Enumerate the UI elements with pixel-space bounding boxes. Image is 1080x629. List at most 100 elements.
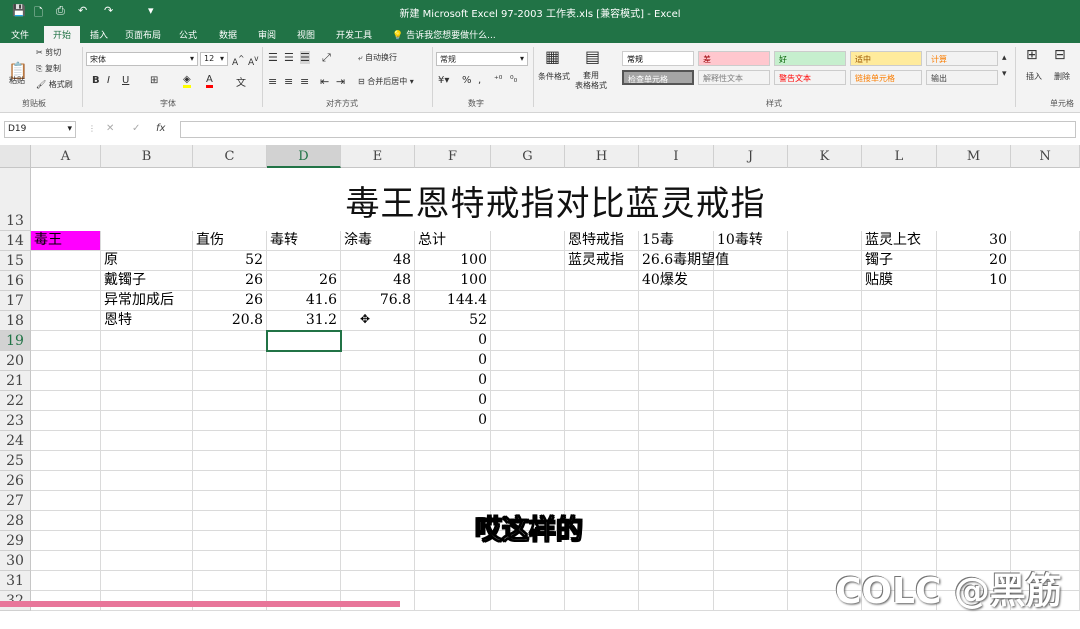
cell-n28[interactable] <box>1011 511 1080 531</box>
cell-g25[interactable] <box>491 451 565 471</box>
cell-b17[interactable]: 异常加成后 <box>101 291 193 311</box>
cell-j27[interactable] <box>714 491 788 511</box>
cell-l16[interactable]: 贴膜 <box>862 271 937 291</box>
cell-a21[interactable] <box>31 371 101 391</box>
cell-l22[interactable] <box>862 391 937 411</box>
cell-n20[interactable] <box>1011 351 1080 371</box>
align-top-icon[interactable]: ☰ <box>268 51 278 64</box>
cell-l15[interactable]: 镯子 <box>862 251 937 271</box>
cell-f25[interactable] <box>415 451 491 471</box>
cell-e24[interactable] <box>341 431 415 451</box>
row-header-19[interactable]: 19 <box>0 331 31 351</box>
cell-e20[interactable] <box>341 351 415 371</box>
cell-c29[interactable] <box>193 531 267 551</box>
cell-i29[interactable] <box>639 531 714 551</box>
cell-b23[interactable] <box>101 411 193 431</box>
fill-color-button[interactable]: ◈ <box>183 74 191 88</box>
cell-i16[interactable]: 40爆发 <box>639 271 714 291</box>
indent-increase-icon[interactable]: ⇥ <box>336 75 345 88</box>
cell-l28[interactable] <box>862 511 937 531</box>
column-header-k[interactable]: K <box>788 145 862 168</box>
cell-k14[interactable] <box>788 231 862 251</box>
cell-d25[interactable] <box>267 451 341 471</box>
cell-j30[interactable] <box>714 551 788 571</box>
cell-g22[interactable] <box>491 391 565 411</box>
cell-e31[interactable] <box>341 571 415 591</box>
cell-g21[interactable] <box>491 371 565 391</box>
cell-g31[interactable] <box>491 571 565 591</box>
cell-i31[interactable] <box>639 571 714 591</box>
row-header-24[interactable]: 24 <box>0 431 31 451</box>
cell-g30[interactable] <box>491 551 565 571</box>
cell-m14[interactable]: 30 <box>937 231 1011 251</box>
cell-l17[interactable] <box>862 291 937 311</box>
cell-b14[interactable] <box>101 231 193 251</box>
cell-d23[interactable] <box>267 411 341 431</box>
cell-g18[interactable] <box>491 311 565 331</box>
cell-a23[interactable] <box>31 411 101 431</box>
row-header-31[interactable]: 31 <box>0 571 31 591</box>
tab-3[interactable]: 页面布局 <box>120 26 166 43</box>
cell-e17[interactable]: 76.8 <box>341 291 415 311</box>
cell-k16[interactable] <box>788 271 862 291</box>
cell-l25[interactable] <box>862 451 937 471</box>
cell-h14[interactable]: 恩特戒指 <box>565 231 639 251</box>
cell-b28[interactable] <box>101 511 193 531</box>
column-header-j[interactable]: J <box>714 145 788 168</box>
cell-b25[interactable] <box>101 451 193 471</box>
cell-n21[interactable] <box>1011 371 1080 391</box>
row-header-25[interactable]: 25 <box>0 451 31 471</box>
cell-e19[interactable] <box>341 331 415 351</box>
cell-m20[interactable] <box>937 351 1011 371</box>
cell-f18[interactable]: 52 <box>415 311 491 331</box>
cell-j24[interactable] <box>714 431 788 451</box>
cell-m16[interactable]: 10 <box>937 271 1011 291</box>
cell-d15[interactable] <box>267 251 341 271</box>
cell-h25[interactable] <box>565 451 639 471</box>
cell-n26[interactable] <box>1011 471 1080 491</box>
cell-i19[interactable] <box>639 331 714 351</box>
tab-1[interactable]: 开始 <box>44 26 80 43</box>
underline-button[interactable]: U <box>122 75 129 86</box>
decrease-decimal-icon[interactable]: ⁰₀ <box>510 75 517 85</box>
cell-a26[interactable] <box>31 471 101 491</box>
row-header-17[interactable]: 17 <box>0 291 31 311</box>
cell-j28[interactable] <box>714 511 788 531</box>
cell-j17[interactable] <box>714 291 788 311</box>
increase-decimal-icon[interactable]: ⁺⁰ <box>494 75 502 85</box>
cell-a16[interactable] <box>31 271 101 291</box>
cell-d27[interactable] <box>267 491 341 511</box>
cell-f21[interactable]: 0 <box>415 371 491 391</box>
cell-k17[interactable] <box>788 291 862 311</box>
cell-style-3[interactable]: 适中 <box>850 51 922 66</box>
cell-m25[interactable] <box>937 451 1011 471</box>
cell-d28[interactable] <box>267 511 341 531</box>
cell-d21[interactable] <box>267 371 341 391</box>
cell-f30[interactable] <box>415 551 491 571</box>
cell-a30[interactable] <box>31 551 101 571</box>
cell-f23[interactable]: 0 <box>415 411 491 431</box>
formula-input[interactable] <box>180 121 1076 138</box>
column-header-c[interactable]: C <box>193 145 267 168</box>
cut-button[interactable]: ✂ 剪切 <box>36 47 61 58</box>
cell-h17[interactable] <box>565 291 639 311</box>
cell-d16[interactable]: 26 <box>267 271 341 291</box>
cell-k29[interactable] <box>788 531 862 551</box>
cell-k20[interactable] <box>788 351 862 371</box>
column-header-m[interactable]: M <box>937 145 1011 168</box>
cell-b27[interactable] <box>101 491 193 511</box>
sheet-title[interactable]: 毒王恩特戒指对比蓝灵戒指 <box>31 168 1080 231</box>
cell-d29[interactable] <box>267 531 341 551</box>
cell-c22[interactable] <box>193 391 267 411</box>
cell-d20[interactable] <box>267 351 341 371</box>
cell-h16[interactable] <box>565 271 639 291</box>
orientation-icon[interactable]: ⤢ <box>322 51 331 65</box>
cell-g19[interactable] <box>491 331 565 351</box>
cell-d26[interactable] <box>267 471 341 491</box>
cell-e30[interactable] <box>341 551 415 571</box>
cell-d18[interactable]: 31.2 <box>267 311 341 331</box>
cell-c18[interactable]: 20.8 <box>193 311 267 331</box>
cell-l24[interactable] <box>862 431 937 451</box>
cell-e16[interactable]: 48 <box>341 271 415 291</box>
tab-5[interactable]: 数据 <box>212 26 244 43</box>
